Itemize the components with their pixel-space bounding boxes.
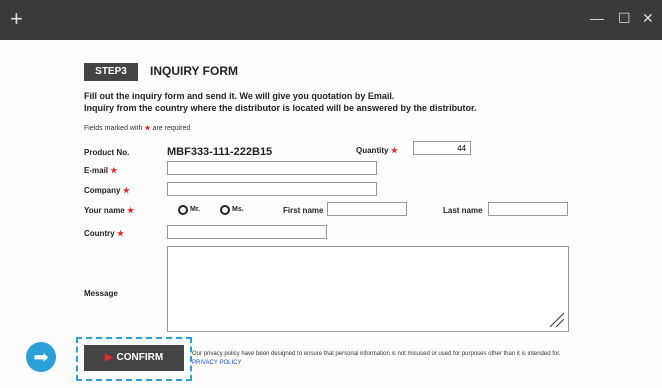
product-no-label: Product No.	[84, 148, 130, 157]
required-star-icon: ★	[122, 186, 130, 195]
privacy-policy-link[interactable]: PRIVACY POLICY	[192, 360, 241, 366]
required-note-prefix: Fields marked with	[84, 125, 143, 132]
step-badge: STEP3	[84, 63, 138, 81]
new-tab-icon[interactable]: +	[10, 8, 23, 30]
confirm-button[interactable]: ▶ CONFIRM	[84, 345, 184, 371]
form-title: INQUIRY FORM	[150, 64, 239, 78]
arrow-right-icon: ➡	[26, 342, 56, 372]
quantity-input[interactable]	[413, 141, 471, 155]
required-note-suffix: are required	[152, 125, 191, 132]
intro-line-1: Fill out the inquiry form and send it. W…	[84, 91, 395, 101]
product-no-value: MBF333-111-222B15	[167, 146, 273, 158]
play-arrow-icon: ▶	[104, 352, 113, 363]
resize-grip-icon[interactable]	[548, 311, 566, 329]
window-titlebar: + — ☐ ✕	[0, 0, 662, 40]
quantity-label-text: Quantity	[356, 146, 389, 155]
required-note: Fields marked with ★ are required	[84, 124, 190, 132]
message-textarea[interactable]	[167, 246, 569, 332]
required-star-icon: ★	[126, 206, 135, 215]
email-input[interactable]	[167, 161, 377, 175]
country-label-text: Country	[84, 229, 115, 238]
country-label: Country ★	[84, 229, 124, 238]
first-name-label: First name	[283, 206, 324, 215]
title-mr-radio[interactable]	[178, 205, 188, 215]
minimize-icon[interactable]: —	[590, 10, 604, 26]
privacy-policy-text: Our privacy policy have been designed to…	[192, 351, 561, 357]
message-label: Message	[84, 289, 118, 298]
your-name-label-text: Your name	[84, 206, 125, 215]
your-name-label: Your name ★	[84, 206, 134, 215]
privacy-policy-note: Our privacy policy have been designed to…	[192, 350, 592, 368]
company-label: Company ★	[84, 186, 130, 195]
required-star-icon: ★	[144, 125, 151, 132]
title-ms-radio[interactable]	[220, 205, 230, 215]
last-name-input[interactable]	[488, 202, 568, 216]
title-mr-label: Mr.	[190, 206, 201, 213]
quantity-label: Quantity ★	[356, 146, 398, 155]
email-label: E-mail ★	[84, 166, 117, 175]
close-icon[interactable]: ✕	[642, 10, 654, 26]
intro-line-2: Inquiry from the country where the distr…	[84, 103, 477, 113]
email-label-text: E-mail	[84, 166, 109, 175]
company-label-text: Company	[84, 186, 121, 195]
maximize-icon[interactable]: ☐	[618, 10, 631, 26]
first-name-input[interactable]	[327, 202, 407, 216]
form-intro: Fill out the inquiry form and send it. W…	[84, 90, 624, 114]
confirm-button-label: CONFIRM	[116, 352, 164, 363]
required-star-icon: ★	[110, 166, 118, 175]
company-input[interactable]	[167, 182, 377, 196]
required-star-icon: ★	[390, 146, 398, 155]
title-ms-label: Ms.	[232, 206, 244, 213]
last-name-label: Last name	[443, 206, 483, 215]
country-input[interactable]	[167, 225, 327, 239]
required-star-icon: ★	[116, 229, 125, 238]
